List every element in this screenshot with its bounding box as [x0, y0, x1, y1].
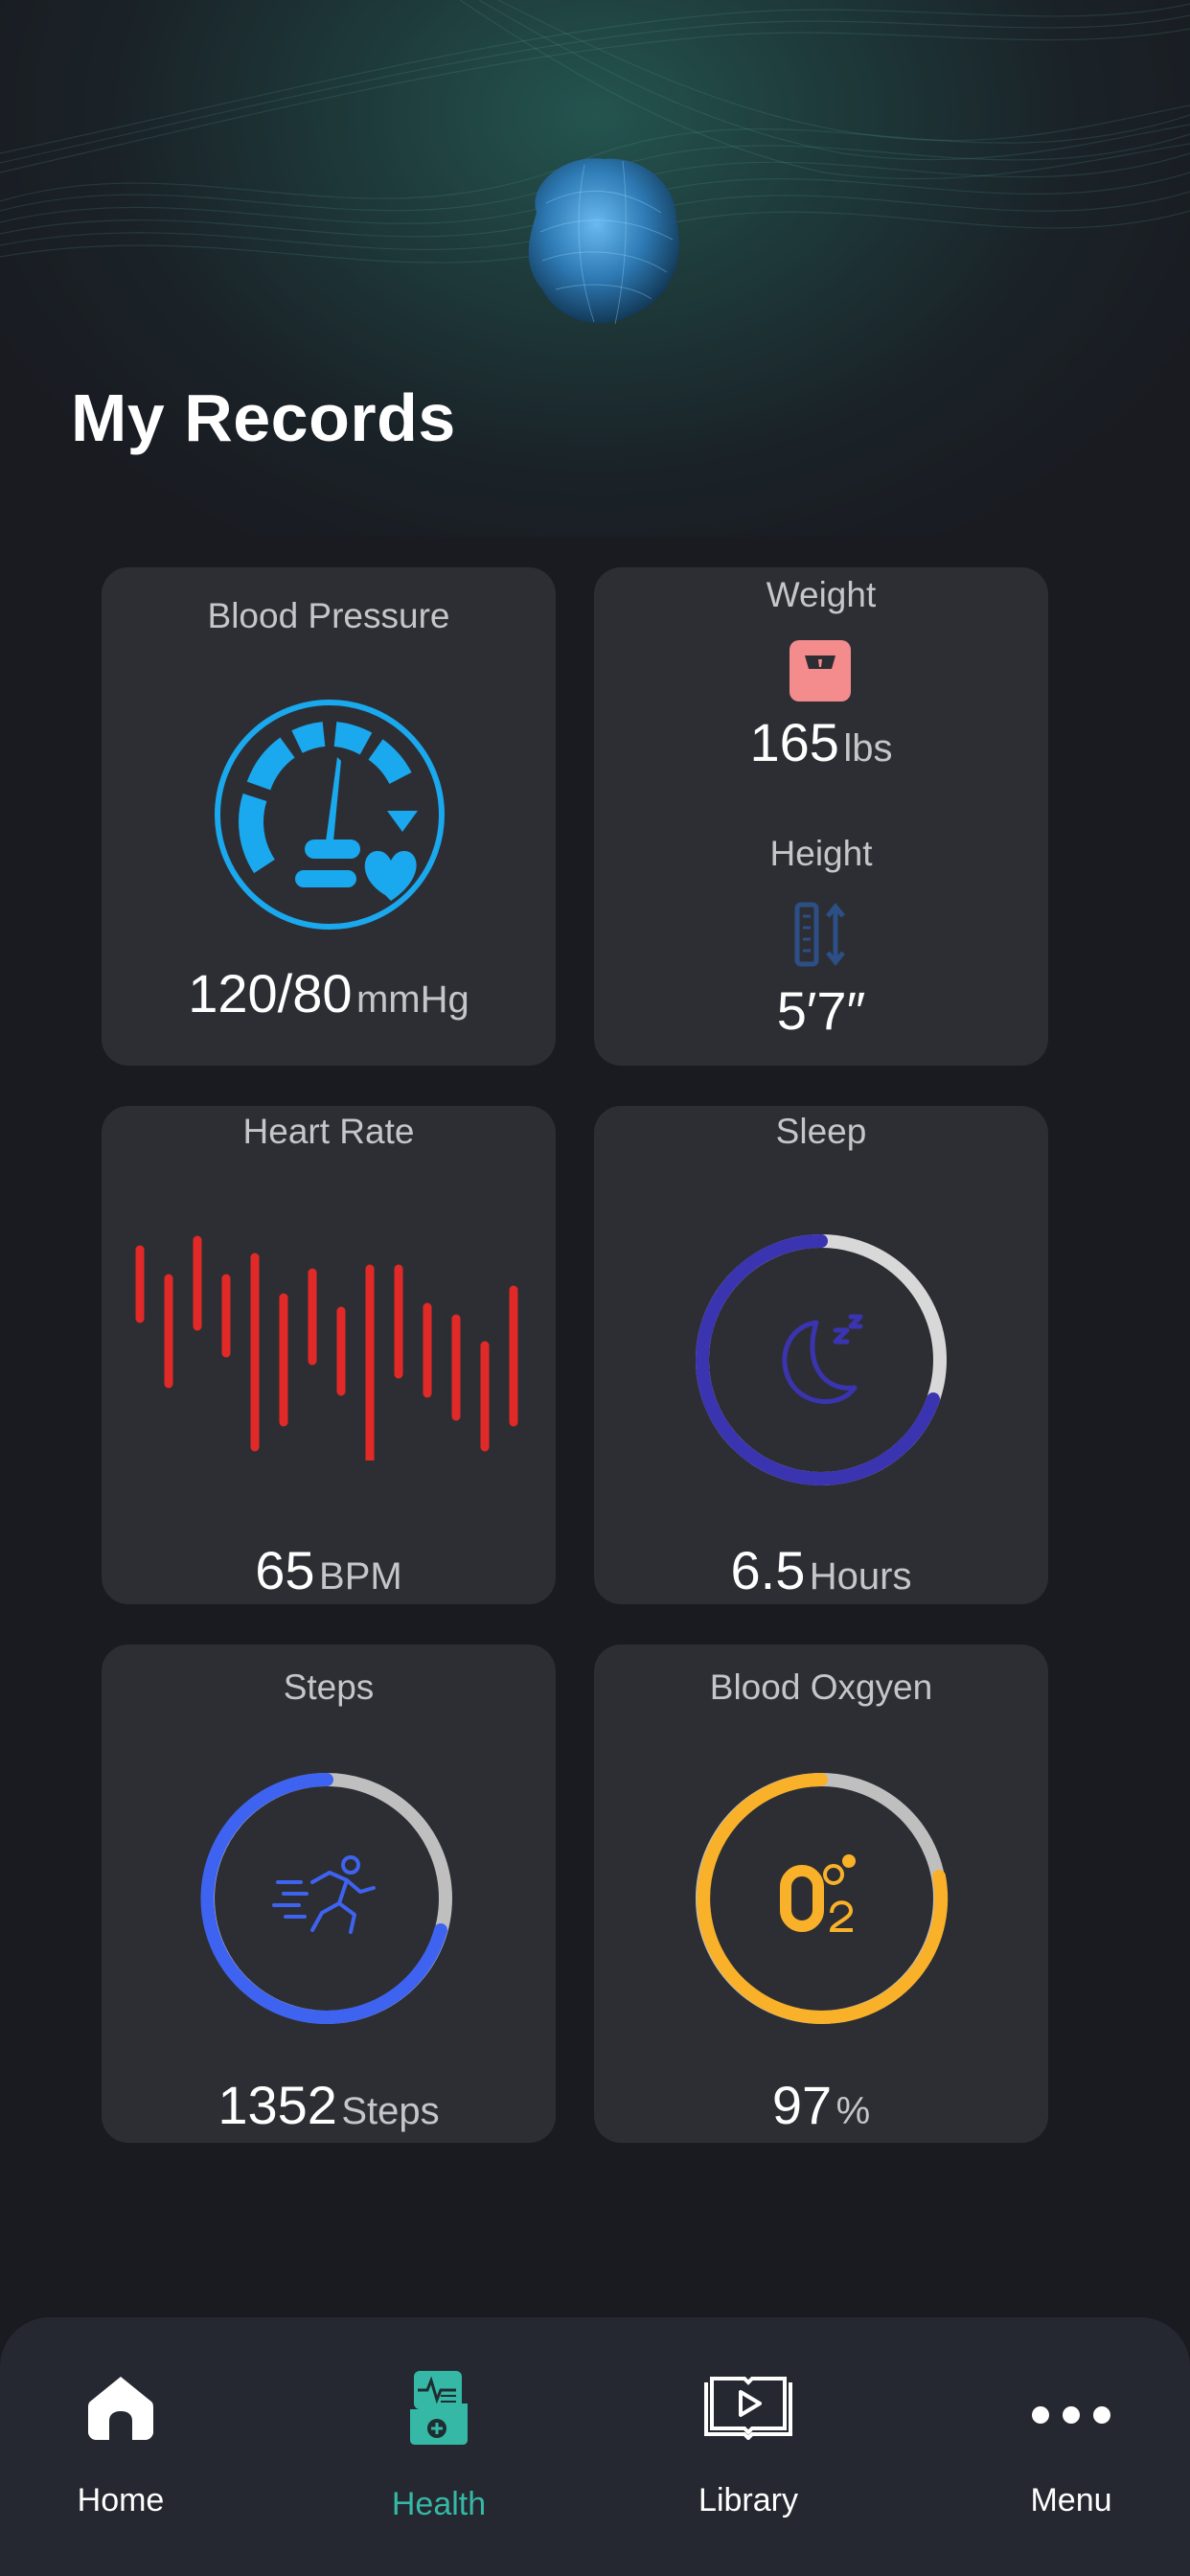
heart-rate-card[interactable]: Heart Rate 65 BPM	[102, 1106, 556, 1604]
steps-progress-ring	[200, 1772, 452, 2024]
heart-rate-unit: BPM	[319, 1555, 402, 1598]
weight-title: Weight	[766, 575, 877, 614]
height-value-line: 5′7″	[594, 979, 1048, 1042]
steps-title: Steps	[283, 1668, 375, 1707]
nav-library-label: Library	[698, 2482, 798, 2518]
steps-value-line: 1352 Steps	[102, 2074, 556, 2136]
blood-pressure-value: 120/80	[188, 963, 353, 1024]
blood-oxygen-value: 97	[771, 2075, 833, 2135]
sleep-unit: Hours	[809, 1555, 912, 1598]
blood-pressure-value-line: 120/80 mmHg	[102, 962, 556, 1024]
more-dots-icon	[1032, 2406, 1110, 2424]
sleep-card[interactable]: Sleep 6.5 Hours	[594, 1106, 1048, 1604]
scale-icon	[790, 640, 851, 702]
running-person-icon	[272, 1855, 376, 1934]
hero-header	[0, 0, 1190, 537]
nav-home-label: Home	[77, 2482, 165, 2518]
weight-unit: lbs	[843, 727, 893, 770]
nav-home[interactable]: Home	[6, 2317, 236, 2576]
blood-oxygen-title: Blood Oxgyen	[709, 1668, 933, 1707]
sleep-value: 6.5	[730, 1540, 806, 1600]
home-icon	[88, 2377, 153, 2440]
page-title: My Records	[71, 380, 456, 455]
blood-pressure-unit: mmHg	[355, 978, 469, 1021]
oxygen-progress-ring	[696, 1773, 949, 2024]
blood-oxygen-value-line: 97 %	[594, 2074, 1048, 2136]
weight-value-line: 165 lbs	[594, 711, 1048, 773]
height-title: Height	[769, 834, 873, 873]
blood-pressure-gauge-icon	[215, 700, 445, 930]
height-value: 5′7″	[776, 980, 866, 1041]
nav-menu[interactable]: Menu	[956, 2317, 1186, 2576]
nav-library[interactable]: Library	[633, 2317, 863, 2576]
blood-pressure-title: Blood Pressure	[207, 596, 450, 635]
bottom-nav: Home Health Library Menu	[0, 2317, 1190, 2576]
heart-rate-title: Heart Rate	[242, 1112, 415, 1151]
height-ruler-icon	[794, 902, 845, 967]
health-records-icon	[410, 2371, 468, 2445]
sleep-value-line: 6.5 Hours	[594, 1539, 1048, 1601]
nav-menu-label: Menu	[1030, 2482, 1112, 2518]
sleep-title: Sleep	[775, 1112, 867, 1151]
blood-oxygen-unit: %	[835, 2090, 871, 2132]
sleep-progress-ring	[695, 1234, 947, 1485]
weight-value: 165	[749, 712, 839, 772]
steps-card[interactable]: Steps 1352 Steps	[102, 1644, 556, 2143]
o2-icon	[780, 1854, 856, 1932]
heart-rate-value-line: 65 BPM	[102, 1539, 556, 1601]
heart-rate-value: 65	[255, 1540, 315, 1600]
steps-value: 1352	[217, 2075, 337, 2135]
blood-oxygen-card[interactable]: Blood Oxgyen 97 %	[594, 1644, 1048, 2143]
nav-health-label: Health	[391, 2486, 487, 2522]
moon-sleep-icon	[782, 1314, 863, 1404]
nav-health[interactable]: Health	[324, 2317, 554, 2576]
heart-rate-bars	[135, 1235, 518, 1460]
library-book-play-icon	[704, 2377, 792, 2440]
weight-height-card[interactable]: Weight 165 lbs Height 5′7″	[594, 567, 1048, 1066]
orb-avatar-icon	[528, 158, 679, 325]
blood-pressure-card[interactable]: Blood Pressure 120/80 mmHg	[102, 567, 556, 1066]
steps-unit: Steps	[341, 2090, 440, 2132]
